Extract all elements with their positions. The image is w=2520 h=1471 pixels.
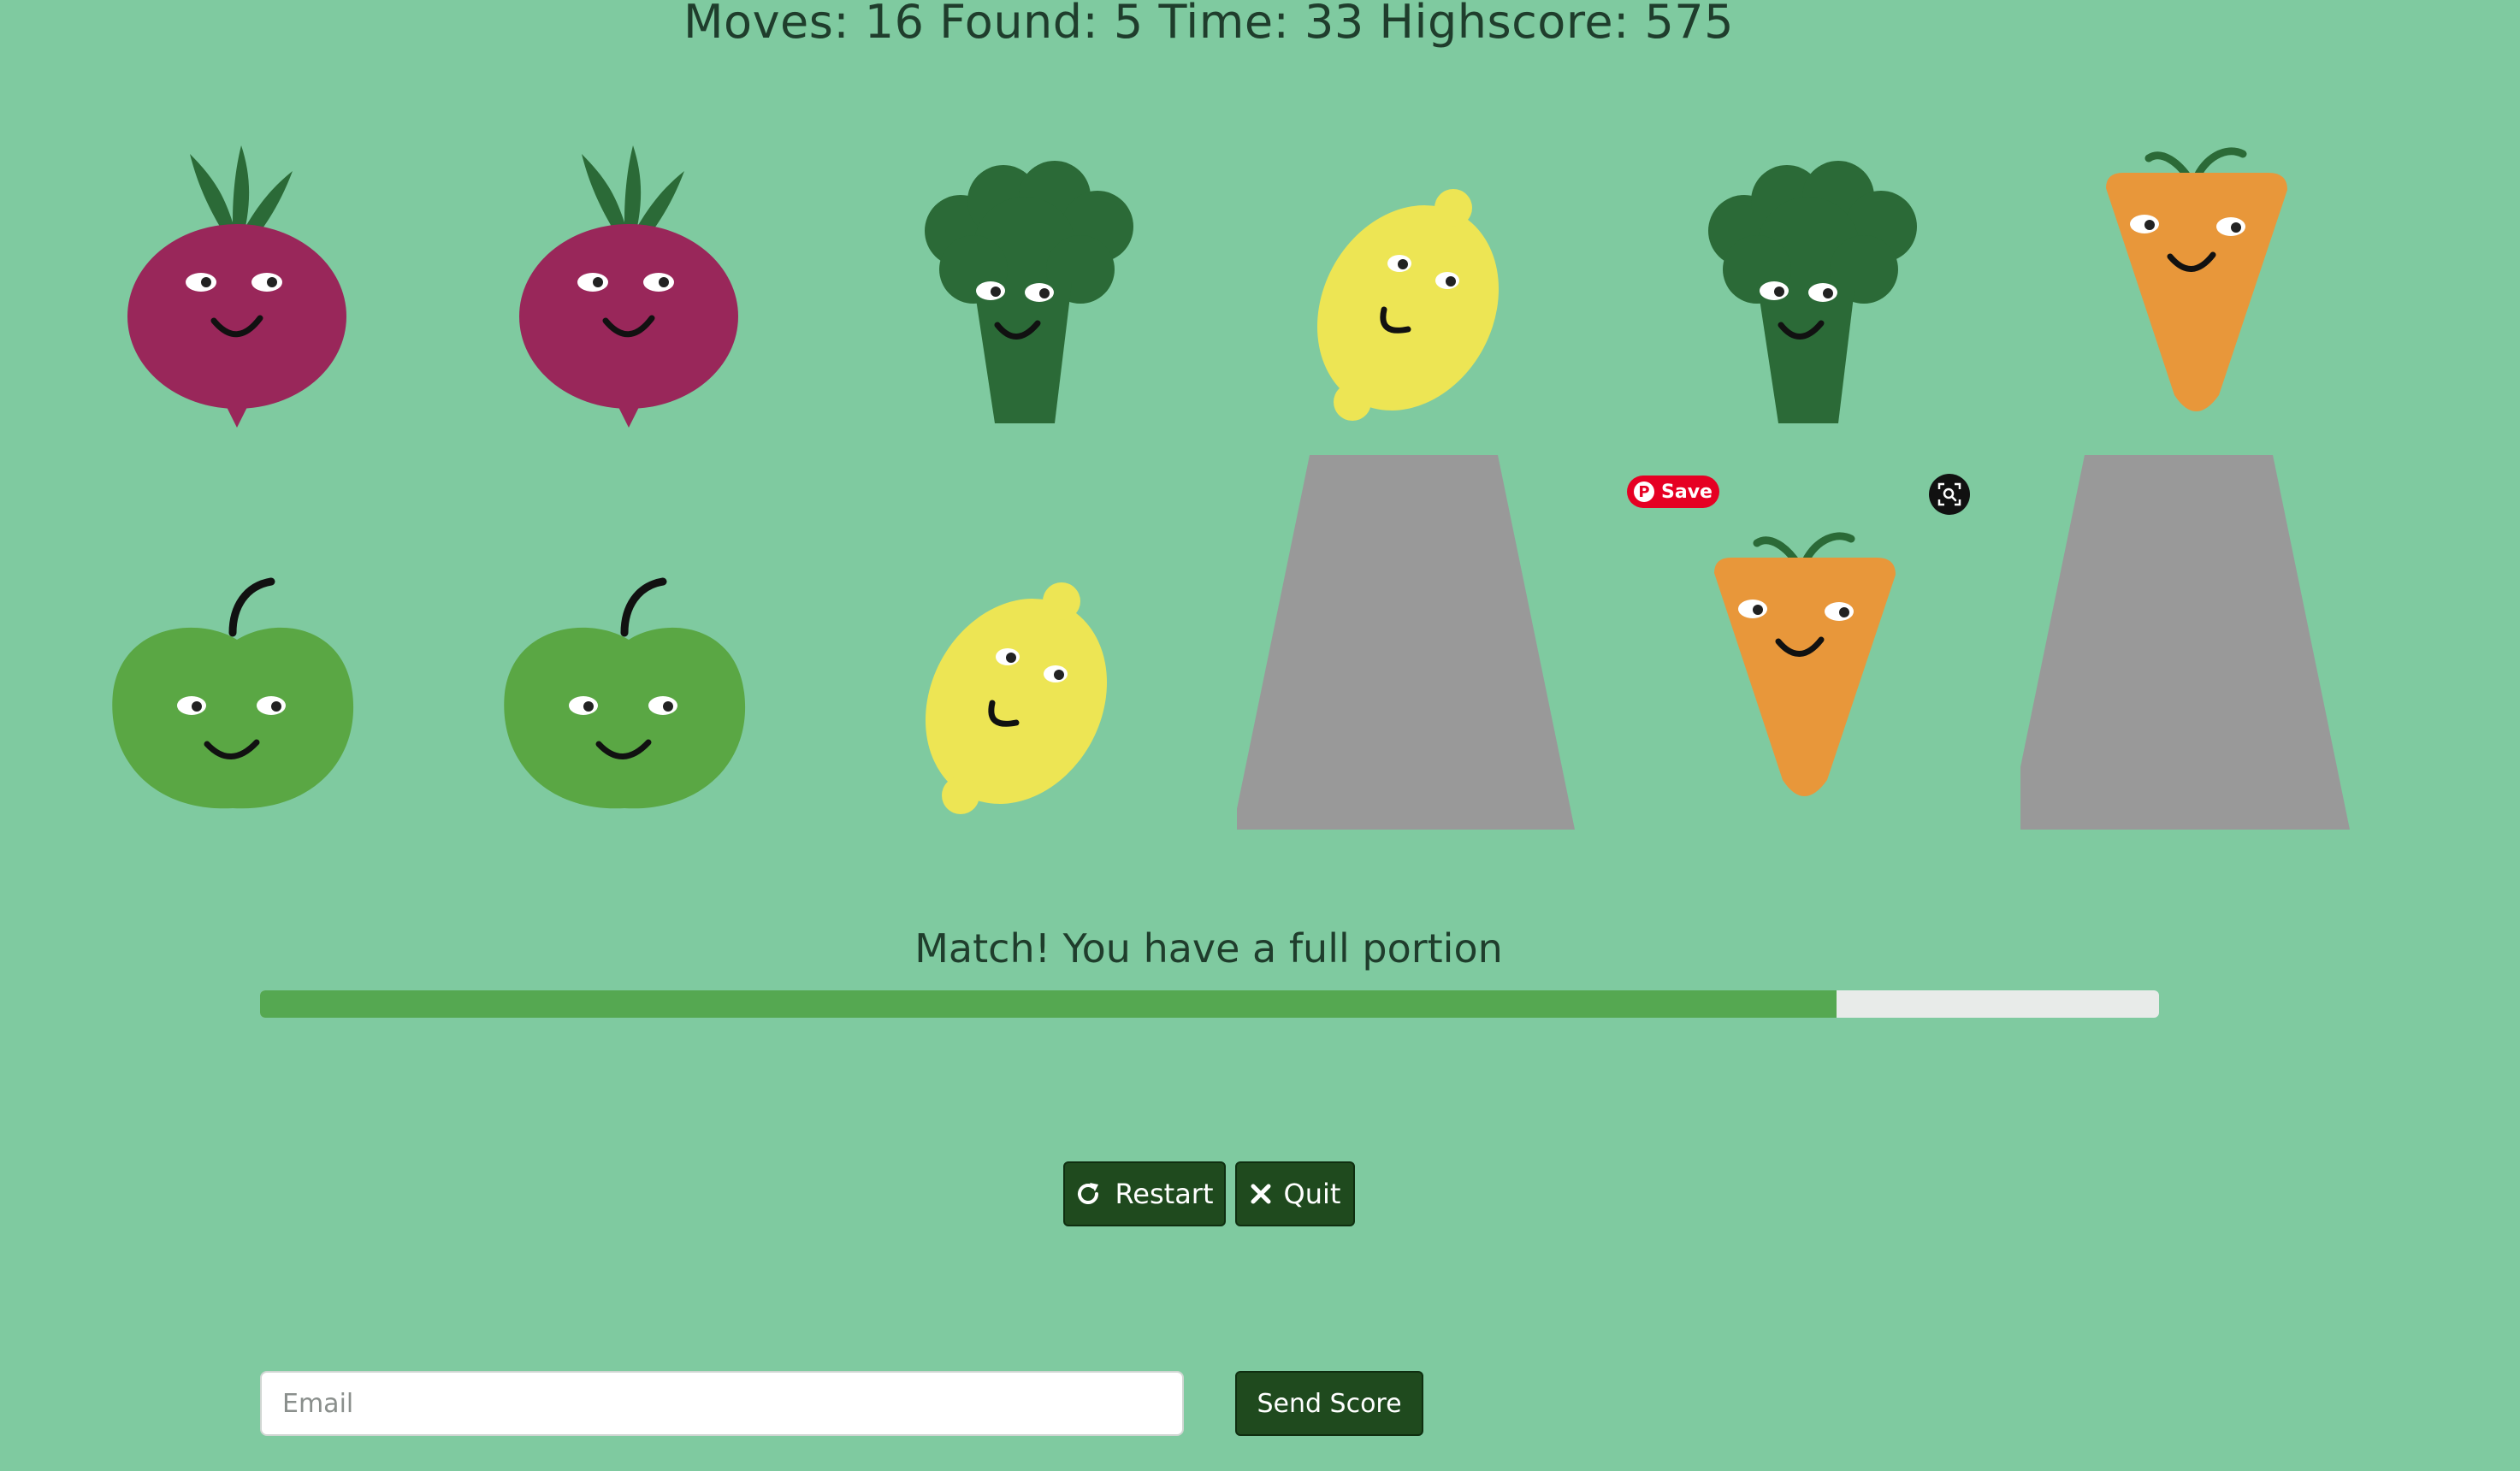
carrot-icon <box>2106 147 2287 411</box>
highscore-label: Highscore: <box>1379 0 1630 49</box>
portion-progress-bar <box>260 990 2159 1018</box>
card-apple[interactable] <box>453 505 804 855</box>
game-page: Moves: 16 Found: 5 Time: 33 Highscore: 5… <box>0 0 2520 1471</box>
redo-icon <box>1078 1183 1099 1204</box>
restart-label: Restart <box>1115 1178 1214 1210</box>
carrot-icon <box>1714 532 1896 796</box>
apple-icon <box>504 577 746 809</box>
card-back-shape <box>2020 455 2350 830</box>
card-apple[interactable] <box>62 505 412 855</box>
card-beetroot[interactable] <box>453 120 804 470</box>
quit-button[interactable]: Quit <box>1235 1161 1355 1226</box>
progress-fill <box>260 990 1837 1018</box>
time-label: Time: <box>1158 0 1290 49</box>
lemon-icon <box>925 582 1108 814</box>
beetroot-icon <box>519 145 738 428</box>
pinterest-icon: P <box>1634 481 1655 502</box>
found-label: Found: <box>939 0 1099 49</box>
quit-label: Quit <box>1283 1178 1341 1210</box>
broccoli-icon <box>925 161 1133 423</box>
card-beetroot[interactable] <box>62 120 412 470</box>
card-lemon[interactable] <box>1237 120 1588 470</box>
card-back[interactable] <box>1237 453 1588 830</box>
send-score-button[interactable]: Send Score <box>1235 1371 1423 1436</box>
pinterest-save-button[interactable]: P Save <box>1627 476 1719 508</box>
highscore-value: 575 <box>1644 0 1735 49</box>
pin-save-label: Save <box>1661 481 1713 503</box>
card-lemon[interactable] <box>845 505 1196 855</box>
moves-label: Moves: <box>683 0 850 49</box>
time-value: 33 <box>1304 0 1364 49</box>
found-value: 5 <box>1113 0 1144 49</box>
status-message: Match! You have a full portion <box>914 925 1503 972</box>
card-broccoli[interactable] <box>1629 120 1979 470</box>
restart-button[interactable]: Restart <box>1063 1161 1226 1226</box>
moves-value: 16 <box>864 0 925 49</box>
visual-search-icon <box>1937 482 1961 506</box>
card-carrot[interactable] <box>2020 120 2371 470</box>
close-icon <box>1251 1184 1271 1204</box>
stats-bar: Moves: 16 Found: 5 Time: 33 Highscore: 5… <box>0 0 2417 45</box>
card-carrot[interactable] <box>1629 505 1979 855</box>
broccoli-icon <box>1708 161 1917 423</box>
apple-icon <box>112 577 354 809</box>
card-back-shape <box>1237 455 1575 830</box>
visual-search-button[interactable] <box>1929 474 1970 515</box>
email-field[interactable] <box>260 1371 1184 1436</box>
lemon-icon <box>1316 189 1500 421</box>
card-broccoli[interactable] <box>845 120 1196 470</box>
beetroot-icon <box>127 145 346 428</box>
card-back[interactable] <box>2020 453 2371 830</box>
